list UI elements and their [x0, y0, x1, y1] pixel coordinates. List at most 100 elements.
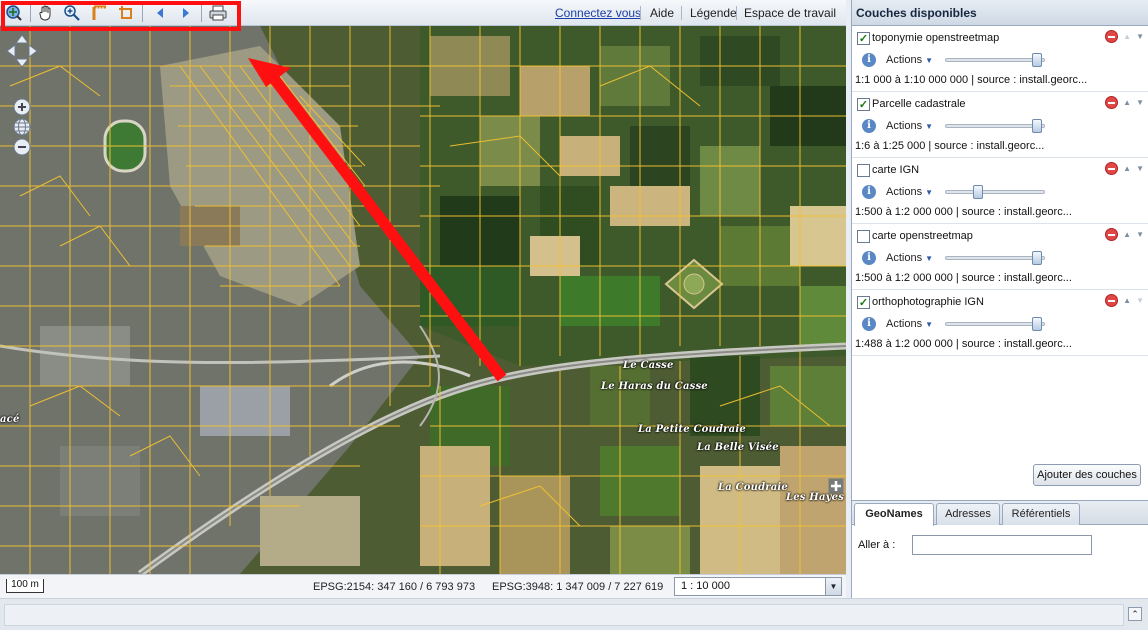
layer-controls: ▲ ▼: [1105, 162, 1144, 175]
layer-name: Parcelle cadastrale: [872, 98, 966, 110]
search-panel: GeoNames Adresses Référentiels Aller à :: [852, 500, 1148, 598]
layer-tools: i Actions ▼: [862, 250, 933, 266]
info-icon[interactable]: i: [862, 251, 876, 265]
layers-panel-title: Couches disponibles: [852, 0, 1148, 26]
add-layers-button[interactable]: Ajouter des couches: [1033, 464, 1141, 486]
divider: [736, 6, 737, 20]
layers-panel: Couches disponibles ✓ toponymie openstree…: [851, 0, 1148, 598]
remove-layer-icon[interactable]: [1105, 30, 1119, 43]
layer-scale-info: 1:1 000 à 1:10 000 000 | source : instal…: [855, 74, 1088, 86]
layer-item: carte IGN ▲ ▼ i Actions ▼ 1:500 à 1:2 000 000 …: [852, 158, 1148, 224]
place-label: La Belle Visée: [697, 442, 779, 453]
actions-label: Actions: [886, 54, 923, 66]
opacity-slider-handle[interactable]: [973, 185, 983, 199]
bottom-panel-body: [4, 604, 1124, 626]
tab-geonames[interactable]: GeoNames: [854, 503, 934, 526]
tab-addresses[interactable]: Adresses: [936, 503, 1000, 525]
layer-name: carte IGN: [872, 164, 920, 176]
opacity-slider[interactable]: [945, 185, 1045, 199]
layer-tools: i Actions ▼: [862, 118, 933, 134]
opacity-slider-handle[interactable]: [1032, 119, 1042, 133]
measure-distance-icon[interactable]: [90, 3, 110, 23]
connect-link[interactable]: Connectez vous: [555, 6, 641, 20]
move-down-icon[interactable]: ▼: [1136, 98, 1144, 107]
expand-panel-icon[interactable]: ⌃: [1128, 607, 1142, 621]
opacity-slider-handle[interactable]: [1032, 53, 1042, 67]
tab-referentiels[interactable]: Référentiels: [1002, 503, 1080, 525]
pan-control[interactable]: [6, 34, 38, 68]
next-view-icon[interactable]: [176, 3, 196, 23]
divider: [681, 6, 682, 20]
info-icon[interactable]: i: [862, 185, 876, 199]
goto-row: Aller à :: [858, 535, 1092, 555]
map-canvas[interactable]: Le Casse Le Haras du Casse La Petite Cou…: [0, 26, 846, 574]
move-up-icon[interactable]: ▲: [1123, 230, 1131, 239]
print-icon[interactable]: [208, 3, 228, 23]
layer-visibility-checkbox[interactable]: ✓: [857, 31, 870, 45]
chevron-down-icon: ▼: [925, 320, 933, 329]
layer-actions-menu[interactable]: Actions ▼: [886, 54, 933, 66]
opacity-slider[interactable]: [945, 251, 1045, 265]
layer-actions-menu[interactable]: Actions ▼: [886, 186, 933, 198]
goto-input[interactable]: [912, 535, 1092, 555]
layer-item: carte openstreetmap ▲ ▼ i Actions ▼ 1:500 à 1:…: [852, 224, 1148, 290]
layer-actions-menu[interactable]: Actions ▼: [886, 120, 933, 132]
zoom-in-icon[interactable]: [62, 3, 82, 23]
info-icon[interactable]: i: [862, 119, 876, 133]
move-down-icon[interactable]: ▼: [1136, 230, 1144, 239]
opacity-slider-handle[interactable]: [1032, 251, 1042, 265]
layer-name: orthophotographie IGN: [872, 296, 984, 308]
remove-layer-icon[interactable]: [1105, 294, 1119, 307]
layer-scale-info: 1:488 à 1:2 000 000 | source : install.g…: [855, 338, 1072, 350]
help-link[interactable]: Aide: [650, 6, 674, 20]
place-label: La Coudraie: [718, 482, 788, 493]
map-toolbar: Connectez vous Aide Légende Espace de tr…: [0, 0, 846, 33]
move-down-icon[interactable]: ▼: [1136, 296, 1144, 305]
measure-area-icon[interactable]: [116, 3, 136, 23]
coords-epsg3948: EPSG:3948: 1 347 009 / 7 227 619: [492, 581, 664, 593]
move-up-icon[interactable]: ▲: [1123, 98, 1131, 107]
layer-header: ✓ Parcelle cadastrale: [857, 96, 966, 112]
divider: [640, 6, 641, 20]
move-up-icon[interactable]: ▲: [1123, 164, 1131, 173]
chevron-down-icon: ▼: [925, 254, 933, 263]
layer-controls: ▲ ▼: [1105, 96, 1144, 109]
layer-item: ✓ Parcelle cadastrale ▲ ▼ i Actions ▼ 1:6 à 1:2…: [852, 92, 1148, 158]
remove-layer-icon[interactable]: [1105, 228, 1119, 241]
layer-header: ✓ toponymie openstreetmap: [857, 30, 999, 46]
layer-actions-menu[interactable]: Actions ▼: [886, 318, 933, 330]
opacity-slider[interactable]: [945, 317, 1045, 331]
move-up-icon[interactable]: ▲: [1123, 32, 1131, 41]
move-up-icon[interactable]: ▲: [1123, 296, 1131, 305]
opacity-slider[interactable]: [945, 119, 1045, 133]
chevron-down-icon: ▼: [925, 188, 933, 197]
move-down-icon[interactable]: ▼: [1136, 164, 1144, 173]
layer-visibility-checkbox[interactable]: ✓: [857, 295, 870, 309]
legend-link[interactable]: Légende: [690, 6, 737, 20]
zoom-in-button[interactable]: [13, 98, 31, 116]
layer-scale-info: 1:6 à 1:25 000 | source : install.georc.…: [855, 140, 1045, 152]
layer-visibility-checkbox[interactable]: [857, 229, 870, 243]
zoom-out-button[interactable]: [13, 138, 31, 156]
place-label: Le Casse: [623, 360, 674, 371]
layer-visibility-checkbox[interactable]: [857, 163, 870, 177]
globe-icon[interactable]: [13, 118, 31, 136]
chevron-down-icon[interactable]: ▼: [825, 578, 841, 595]
layer-visibility-checkbox[interactable]: ✓: [857, 97, 870, 111]
scale-select[interactable]: 1 : 10 000 ▼: [674, 577, 842, 596]
opacity-slider[interactable]: [945, 53, 1045, 67]
remove-layer-icon[interactable]: [1105, 96, 1119, 109]
layer-actions-menu[interactable]: Actions ▼: [886, 252, 933, 264]
place-label: acé: [0, 414, 20, 425]
remove-layer-icon[interactable]: [1105, 162, 1119, 175]
info-icon[interactable]: i: [862, 317, 876, 331]
move-down-icon[interactable]: ▼: [1136, 32, 1144, 41]
pan-hand-icon[interactable]: [36, 3, 56, 23]
opacity-slider-handle[interactable]: [1032, 317, 1042, 331]
layer-header: carte IGN: [857, 162, 919, 178]
chevron-down-icon: ▼: [925, 56, 933, 65]
zoom-extent-icon[interactable]: [4, 3, 24, 23]
search-tabbar: GeoNames Adresses Référentiels: [852, 501, 1148, 526]
previous-view-icon[interactable]: [150, 3, 170, 23]
info-icon[interactable]: i: [862, 53, 876, 67]
